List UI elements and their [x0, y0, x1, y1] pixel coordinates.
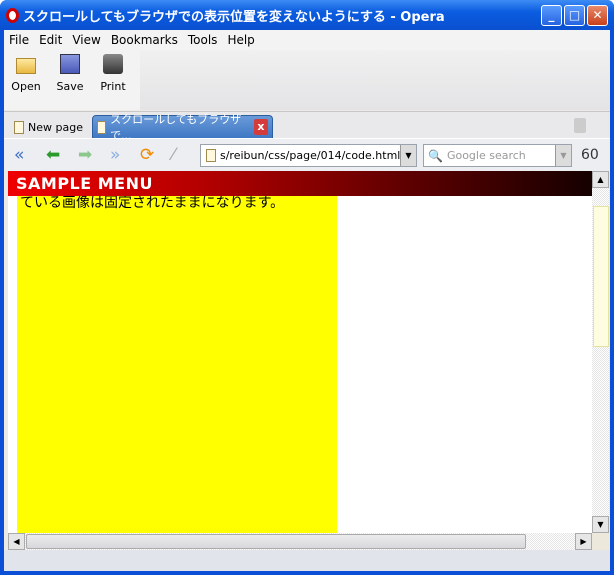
rewind-icon[interactable]: «: [14, 145, 24, 165]
vertical-scroll-thumb[interactable]: [593, 206, 609, 347]
browser-window: スクロールしてもブラウザでの表示位置を変えないようにする - Opera _ □…: [0, 0, 614, 575]
open-button[interactable]: Open: [6, 54, 46, 93]
yellow-column: [17, 171, 337, 533]
floppy-icon: [60, 54, 80, 74]
menu-file[interactable]: File: [9, 33, 29, 47]
minimize-button[interactable]: _: [541, 5, 562, 26]
print-label: Print: [100, 80, 126, 93]
vertical-scrollbar[interactable]: ▲ ▼: [592, 171, 609, 533]
printer-icon: [103, 54, 123, 74]
menu-bar: File Edit View Bookmarks Tools Help: [4, 30, 610, 50]
search-input[interactable]: 🔍 Google search ▼: [423, 144, 572, 167]
search-dropdown-icon[interactable]: ▼: [555, 145, 571, 166]
status-bar: [4, 550, 610, 571]
main-toolbar: Open Save Print: [4, 50, 610, 110]
address-dropdown-icon[interactable]: ▼: [400, 145, 416, 166]
tab-close-icon[interactable]: x: [253, 119, 268, 135]
folder-icon: [16, 58, 36, 74]
opera-logo-icon: [6, 7, 19, 23]
menu-help[interactable]: Help: [227, 33, 254, 47]
horizontal-scrollbar[interactable]: ◀ ▶: [8, 533, 592, 550]
navigation-bar: « ⬅ ➡ » ⟳ ⁄ s/reibun/css/page/014/code.h…: [4, 138, 610, 171]
open-label: Open: [11, 80, 41, 93]
back-icon[interactable]: ⬅: [46, 145, 60, 165]
horizontal-scroll-thumb[interactable]: [26, 534, 526, 549]
resize-grip-icon[interactable]: [592, 533, 609, 550]
page-icon: [97, 120, 107, 134]
address-url: s/reibun/css/page/014/code.html: [220, 149, 401, 162]
menu-edit[interactable]: Edit: [39, 33, 62, 47]
new-page-tab[interactable]: New page: [10, 115, 87, 139]
maximize-button[interactable]: □: [564, 5, 585, 26]
tab-active[interactable]: スクロールしてもブラウザで... x: [92, 113, 273, 142]
page-viewport: ている画像は固定されたままになります。 SAMPLE MENU: [8, 171, 592, 533]
tab-bar: New page スクロールしてもブラウザで... x: [4, 111, 610, 142]
window-title: スクロールしてもブラウザでの表示位置を変えないようにする - Opera: [23, 9, 445, 25]
page-icon: [206, 149, 216, 162]
save-button[interactable]: Save: [50, 54, 90, 93]
search-placeholder: Google search: [446, 149, 526, 162]
new-page-label: New page: [28, 120, 83, 134]
binoculars-icon[interactable]: 60: [581, 145, 599, 165]
scroll-down-icon[interactable]: ▼: [592, 516, 609, 533]
reload-icon[interactable]: ⟳: [140, 145, 154, 165]
trash-icon[interactable]: [574, 118, 586, 133]
sample-menu-header: SAMPLE MENU: [8, 171, 592, 196]
edit-pen-icon[interactable]: ⁄: [172, 145, 175, 165]
save-label: Save: [56, 80, 84, 93]
title-bar: スクロールしてもブラウザでの表示位置を変えないようにする - Opera _ □…: [0, 0, 614, 30]
search-icon: 🔍: [428, 148, 443, 163]
new-page-icon: [14, 120, 24, 134]
menu-bookmarks[interactable]: Bookmarks: [111, 33, 178, 47]
forward-icon[interactable]: ➡: [78, 145, 92, 165]
scroll-right-icon[interactable]: ▶: [575, 533, 592, 550]
fast-forward-icon[interactable]: »: [110, 145, 120, 165]
close-button[interactable]: ✕: [587, 5, 608, 26]
scroll-up-icon[interactable]: ▲: [592, 171, 609, 188]
menu-tools[interactable]: Tools: [188, 33, 218, 47]
address-bar[interactable]: s/reibun/css/page/014/code.html ▼: [200, 144, 417, 167]
scroll-left-icon[interactable]: ◀: [8, 533, 25, 550]
menu-view[interactable]: View: [72, 33, 100, 47]
print-button[interactable]: Print: [93, 54, 133, 93]
